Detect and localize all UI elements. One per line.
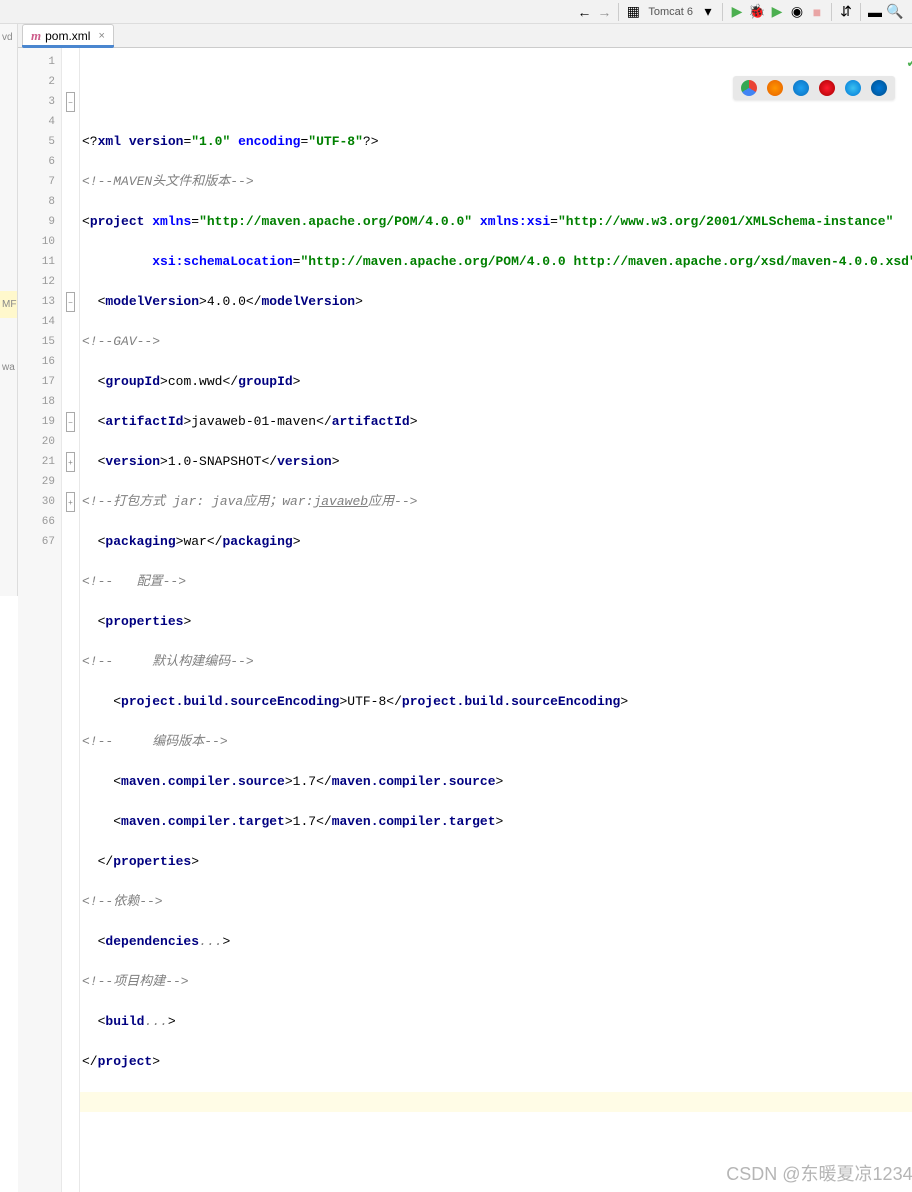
- vcs-icon[interactable]: ⇵: [837, 3, 855, 21]
- left-label-wa: wa: [0, 360, 17, 375]
- profile-icon[interactable]: ◉: [788, 3, 806, 21]
- inspection-marker[interactable]: ✔: [907, 54, 912, 74]
- line-number: 5: [18, 132, 61, 152]
- line-number: 21: [18, 452, 61, 472]
- line-gutter: 1234567891011121314151617181920212930666…: [18, 48, 62, 1192]
- fold-toggle[interactable]: −: [66, 412, 75, 432]
- browser-preview-icons[interactable]: [733, 76, 895, 100]
- layout-icon[interactable]: ▬: [866, 3, 884, 21]
- line-number: 10: [18, 232, 61, 252]
- opera-icon[interactable]: [819, 80, 835, 96]
- editor-area: m pom.xml × 1234567891011121314151617181…: [18, 24, 912, 596]
- left-tool-strip: vd MF wa: [0, 24, 18, 596]
- line-number: 2: [18, 72, 61, 92]
- line-number: 66: [18, 512, 61, 532]
- line-number: 6: [18, 152, 61, 172]
- stop-icon[interactable]: ■: [808, 3, 826, 21]
- edge-icon[interactable]: [871, 80, 887, 96]
- line-number: 13: [18, 292, 61, 312]
- firefox-icon[interactable]: [767, 80, 783, 96]
- line-number: 7: [18, 172, 61, 192]
- tab-label: pom.xml: [45, 29, 90, 43]
- line-number: 16: [18, 352, 61, 372]
- tab-pom-xml[interactable]: m pom.xml ×: [22, 24, 114, 47]
- editor-tabs: m pom.xml ×: [18, 24, 912, 48]
- code-view[interactable]: ✔ <?xml version="1.0" encoding="UTF-8"?>…: [80, 48, 912, 1192]
- line-number: 4: [18, 112, 61, 132]
- ie-icon[interactable]: [845, 80, 861, 96]
- chrome-icon[interactable]: [741, 80, 757, 96]
- search-icon[interactable]: 🔍: [886, 3, 904, 21]
- main-toolbar: ← → ▦ Tomcat 6 ▾ ▶ 🐞 ▶ ◉ ■ ⇵ ▬ 🔍: [0, 0, 912, 24]
- line-number: 15: [18, 332, 61, 352]
- maven-file-icon: m: [31, 28, 41, 44]
- close-icon[interactable]: ×: [98, 30, 104, 42]
- line-number: 67: [18, 532, 61, 552]
- line-number: 17: [18, 372, 61, 392]
- debug-icon[interactable]: 🐞: [748, 3, 766, 21]
- line-number: 8: [18, 192, 61, 212]
- fold-toggle[interactable]: +: [66, 492, 75, 512]
- line-number: 30: [18, 492, 61, 512]
- line-number: 9: [18, 212, 61, 232]
- fold-column: − − − + +: [62, 48, 80, 1192]
- safari-icon[interactable]: [793, 80, 809, 96]
- line-number: 12: [18, 272, 61, 292]
- back-icon[interactable]: ←: [575, 3, 593, 21]
- line-number: 14: [18, 312, 61, 332]
- run-config-label[interactable]: Tomcat 6: [644, 6, 697, 18]
- left-label-mf: MF: [0, 291, 17, 318]
- left-label-vd: vd: [0, 24, 17, 51]
- line-number: 3: [18, 92, 61, 112]
- editor-body[interactable]: 1234567891011121314151617181920212930666…: [18, 48, 912, 1192]
- line-number: 29: [18, 472, 61, 492]
- watermark: CSDN @东暖夏凉1234: [726, 1164, 912, 1184]
- dropdown-icon[interactable]: ▾: [699, 3, 717, 21]
- fold-toggle[interactable]: −: [66, 292, 75, 312]
- run-config-icon[interactable]: ▦: [624, 3, 642, 21]
- coverage-icon[interactable]: ▶: [768, 3, 786, 21]
- line-number: 20: [18, 432, 61, 452]
- line-number: 11: [18, 252, 61, 272]
- run-icon[interactable]: ▶: [728, 3, 746, 21]
- fold-toggle[interactable]: +: [66, 452, 75, 472]
- fold-toggle[interactable]: −: [66, 92, 75, 112]
- line-number: 19: [18, 412, 61, 432]
- line-number: 1: [18, 52, 61, 72]
- line-number: 18: [18, 392, 61, 412]
- forward-icon[interactable]: →: [595, 3, 613, 21]
